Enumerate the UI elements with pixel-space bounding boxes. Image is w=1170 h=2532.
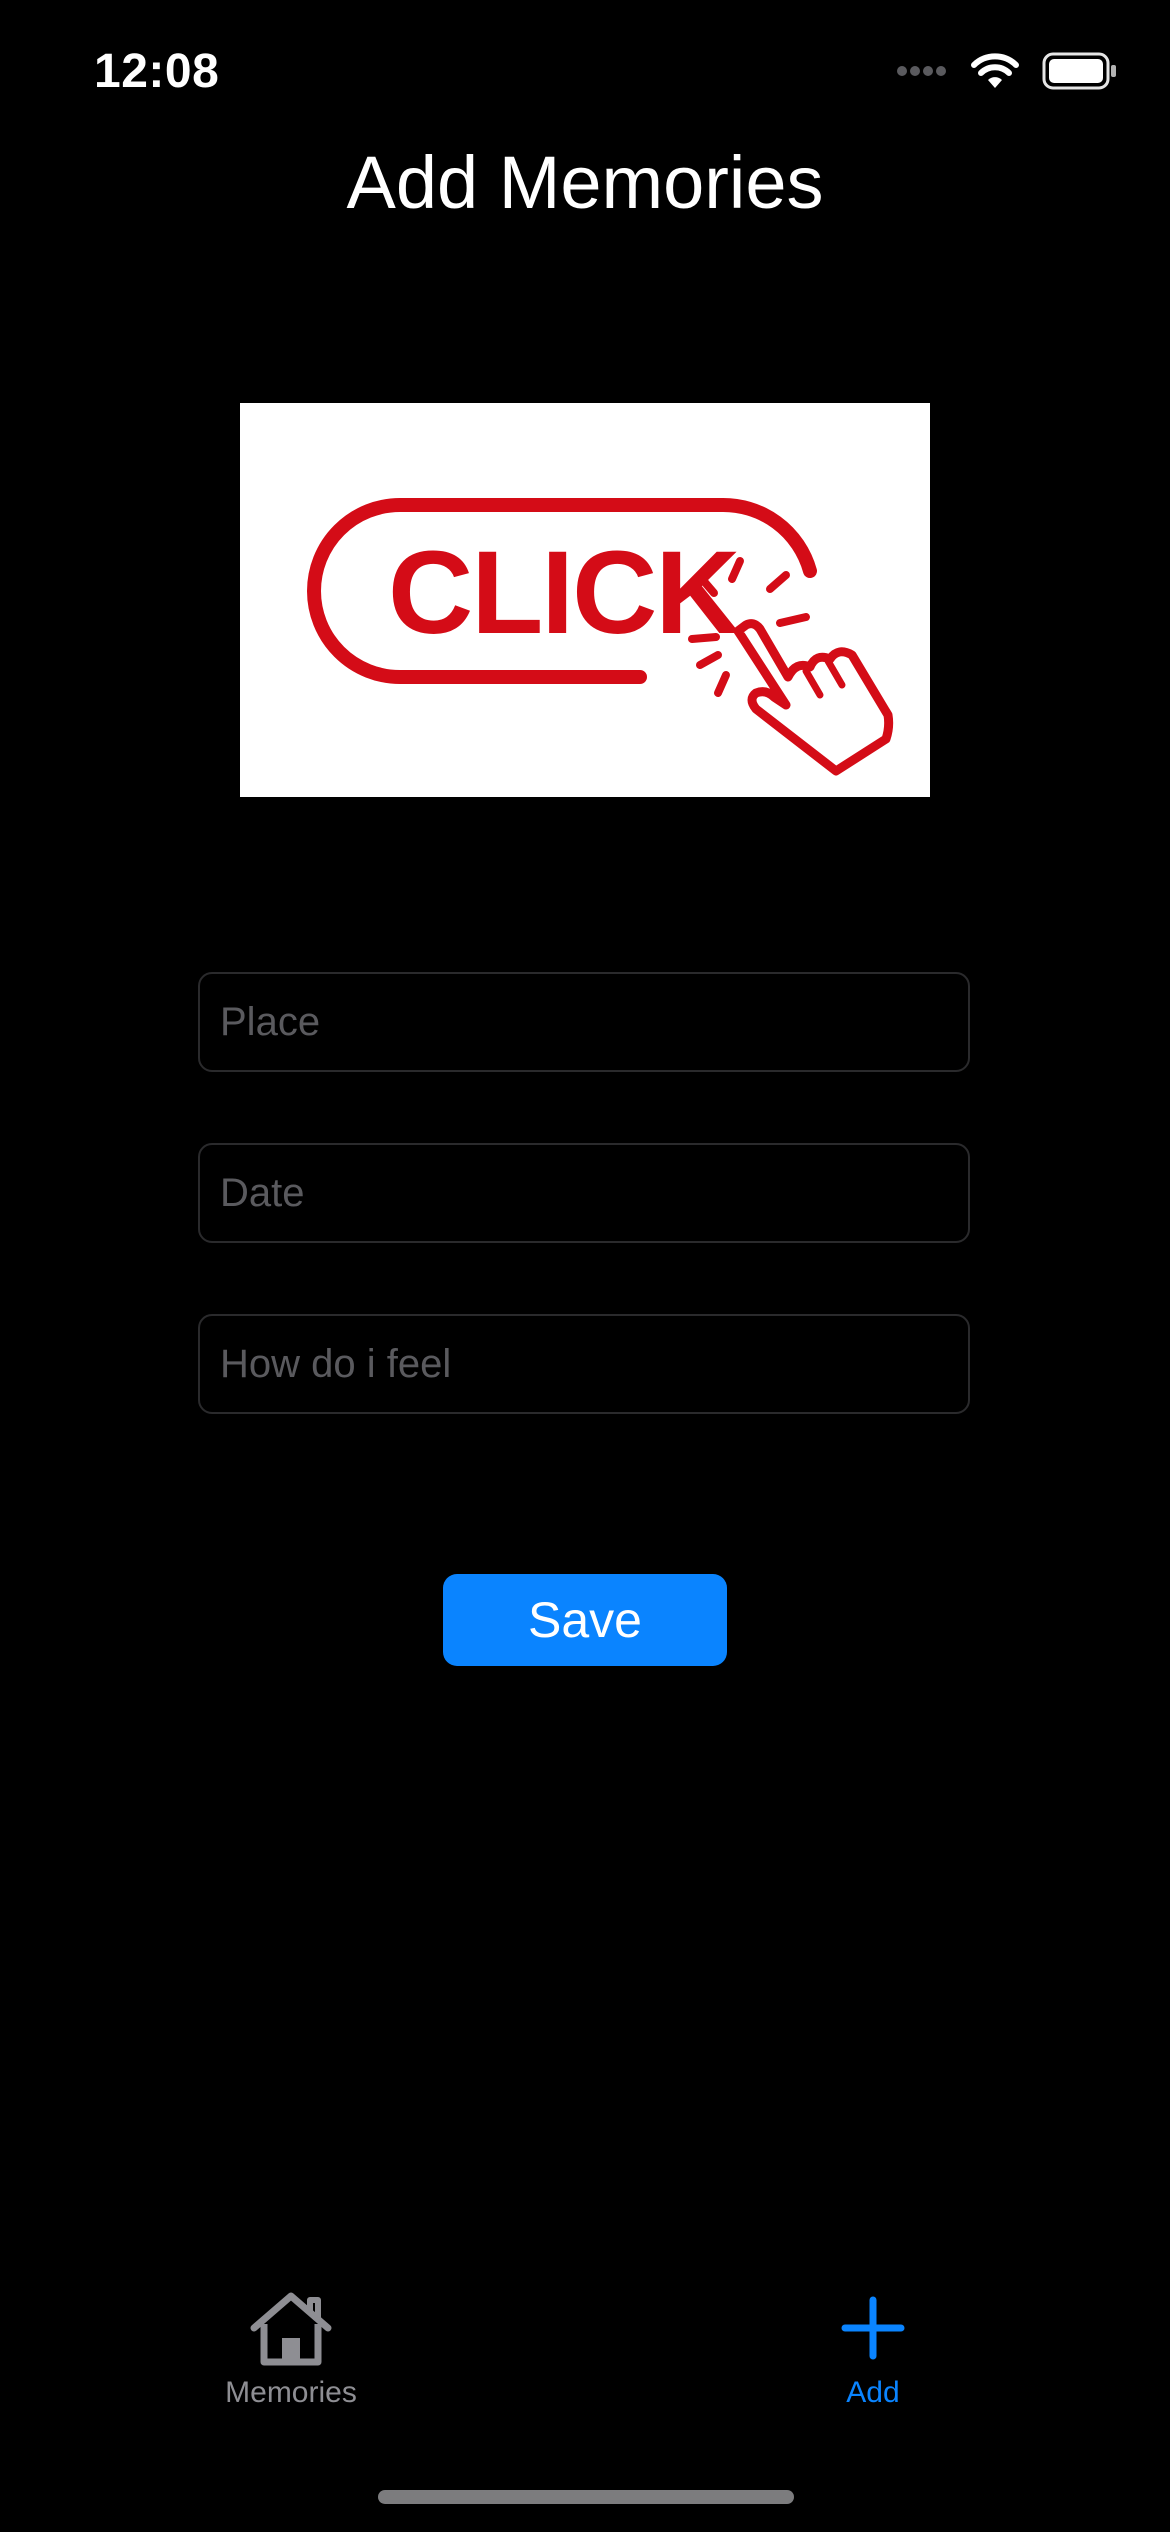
plus-icon [841, 2296, 905, 2360]
signal-dots-icon [897, 66, 946, 76]
place-field[interactable] [198, 972, 970, 1072]
save-button[interactable]: Save [443, 1574, 727, 1666]
house-icon [250, 2292, 332, 2366]
wifi-icon [971, 53, 1019, 88]
home-indicator[interactable] [378, 2490, 794, 2504]
click-hand-icon [733, 619, 894, 776]
tab-add[interactable]: Add [723, 2290, 1023, 2440]
date-field[interactable] [198, 1143, 970, 1243]
image-picker[interactable]: CLICK [240, 403, 930, 797]
status-time: 12:08 [94, 45, 220, 98]
status-icons [896, 52, 1118, 90]
feel-field[interactable] [198, 1314, 970, 1414]
tab-memories[interactable]: Memories [141, 2290, 441, 2440]
click-text: CLICK [388, 527, 740, 659]
tab-memories-label: Memories [225, 2376, 357, 2409]
tab-add-label: Add [846, 2376, 900, 2409]
page-title: Add Memories [346, 141, 824, 224]
battery-icon [1042, 52, 1116, 90]
click-image: CLICK [307, 497, 894, 776]
